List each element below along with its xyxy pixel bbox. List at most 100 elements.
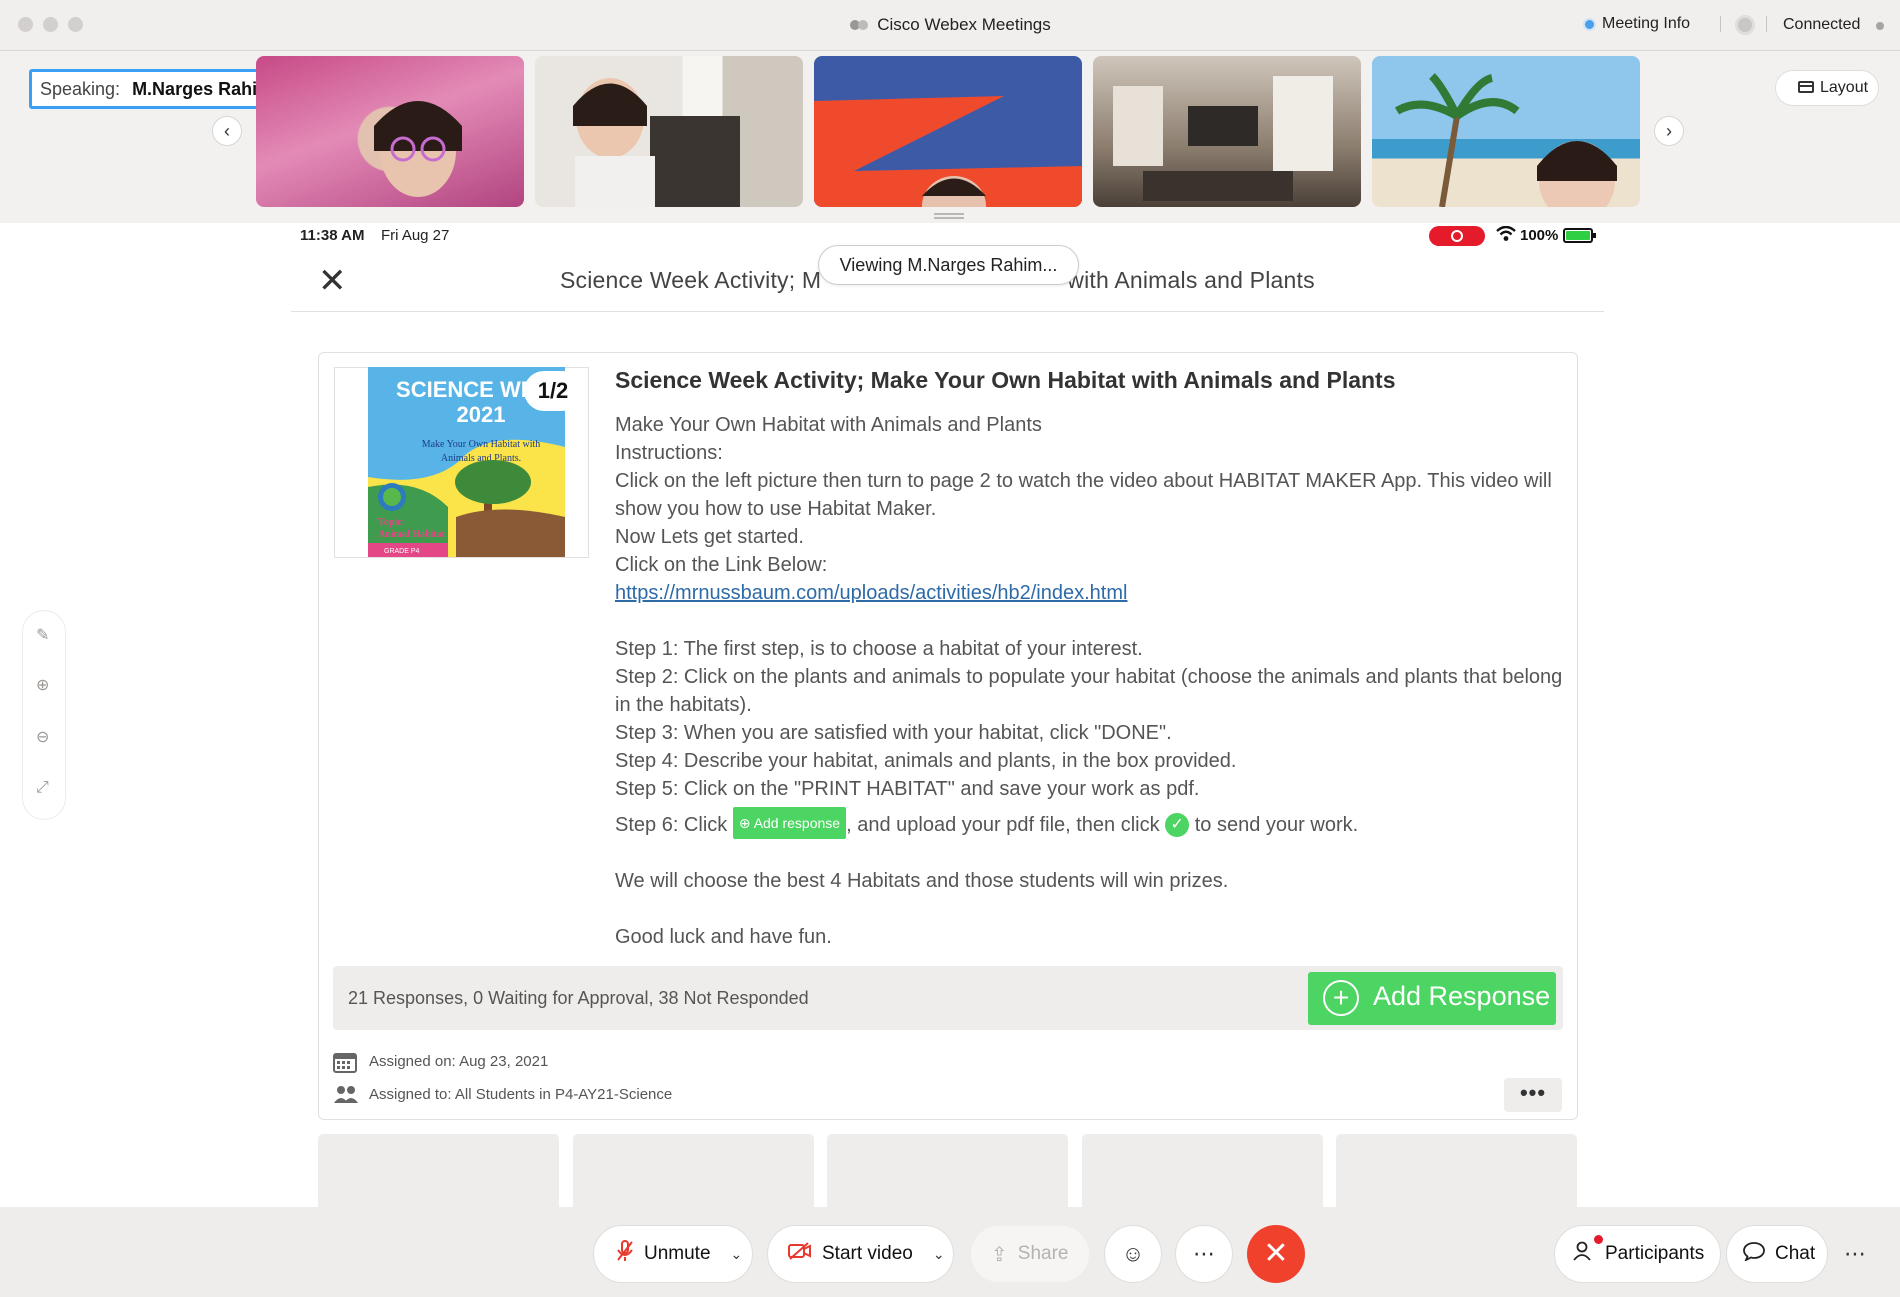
check-icon: ✓ — [1165, 813, 1190, 837]
text-line: We will choose the best 4 Habitats and t… — [615, 870, 1229, 892]
divider — [1720, 16, 1721, 32]
text-line: Make Your Own Habitat with Animals and P… — [615, 414, 1042, 436]
chat-button[interactable]: Chat — [1726, 1225, 1828, 1283]
activity-heading: Science Week Activity; Make Your Own Hab… — [615, 367, 1396, 393]
chat-label: Chat — [1775, 1243, 1816, 1264]
connection-status: Connected — [1783, 16, 1861, 33]
screen-recording-icon — [1429, 226, 1485, 246]
speaking-label: Speaking: — [40, 79, 121, 99]
participants-label: Participants — [1605, 1243, 1705, 1264]
response-tile[interactable] — [827, 1134, 1068, 1207]
participant-avatar — [573, 78, 740, 207]
title-bar: Cisco Webex Meetings Meeting Info Connec… — [0, 0, 1900, 51]
text-line: Click on the Link Below: — [615, 554, 828, 576]
activity-description: Science Week Activity; Make Your Own Hab… — [615, 366, 1565, 951]
participant-avatar — [1394, 73, 1617, 207]
step-line: Step 4: Describe your habitat, animals a… — [615, 750, 1237, 772]
participants-icon — [1573, 1241, 1595, 1267]
start-video-label: Start video — [822, 1243, 913, 1264]
battery-icon — [1563, 228, 1596, 243]
chevron-down-icon[interactable]: ⌄ — [731, 1246, 743, 1263]
end-meeting-button[interactable]: ✕ — [1247, 1225, 1305, 1283]
annotation-toolbar: ✎ ⊕ ⊖ ⤢ — [22, 610, 66, 820]
meeting-info-label: Meeting Info — [1602, 15, 1691, 32]
device-date: Fri Aug 27 — [381, 227, 450, 244]
svg-text:Topic:: Topic: — [378, 517, 405, 528]
response-tile[interactable] — [318, 1134, 559, 1207]
participant-video[interactable] — [814, 56, 1082, 207]
connection-indicator-icon — [1876, 22, 1884, 30]
layout-icon — [1798, 81, 1814, 93]
plus-icon: + — [1323, 980, 1359, 1016]
text-line: Instructions: — [615, 442, 723, 464]
step-line: Step 5: Click on the "PRINT HABITAT" and… — [615, 778, 1200, 800]
annotate-pen-icon[interactable]: ✎ — [36, 625, 49, 645]
participant-video[interactable] — [1372, 56, 1640, 207]
participant-video[interactable] — [1093, 56, 1361, 207]
viewing-banner: Viewing M.Narges Rahim... — [818, 245, 1079, 285]
layout-button[interactable]: Layout — [1775, 70, 1879, 106]
smiley-icon: ☺ — [1121, 1241, 1145, 1266]
ellipsis-icon: ⋯ — [1193, 1241, 1215, 1266]
divider — [1766, 16, 1767, 32]
fit-screen-icon[interactable]: ⤢ — [36, 779, 49, 797]
participant-avatar — [1113, 76, 1333, 201]
participant-video[interactable] — [256, 56, 524, 207]
meeting-info-button[interactable]: Meeting Info — [1583, 15, 1690, 33]
webex-logo-icon — [850, 20, 869, 30]
battery-percentage: 100% — [1520, 227, 1559, 244]
assigned-to: Assigned to: All Students in P4-AY21-Sci… — [369, 1086, 673, 1103]
svg-text:Make Your Own Habitat with: Make Your Own Habitat with — [422, 439, 541, 450]
muted-microphone-icon — [616, 1240, 634, 1268]
video-off-icon — [788, 1242, 812, 1266]
close-icon: ✕ — [1263, 1237, 1289, 1270]
svg-text:Animal Habitat: Animal Habitat — [378, 529, 446, 540]
chevron-left-icon[interactable]: ‹ — [212, 116, 242, 146]
page-indicator: 1/2 — [524, 371, 582, 411]
start-video-button[interactable]: Start video ⌄ — [767, 1225, 954, 1283]
unmute-label: Unmute — [644, 1243, 711, 1264]
more-panels-button[interactable]: ⋯ — [1826, 1225, 1884, 1283]
svg-text:2021: 2021 — [457, 402, 506, 427]
wifi-icon — [1496, 225, 1516, 245]
chevron-right-icon[interactable]: › — [1654, 116, 1684, 146]
response-tile[interactable] — [1336, 1134, 1577, 1207]
reactions-button[interactable]: ☺ — [1104, 1225, 1162, 1283]
participants-button[interactable]: Participants — [1554, 1225, 1721, 1283]
step-line: Step 6: Click ⊕ Add response, and upload… — [615, 807, 1565, 839]
step-line: Step 2: Click on the plants and animals … — [615, 666, 1563, 716]
share-button[interactable]: ⇪ Share — [970, 1225, 1090, 1283]
close-icon[interactable]: ✕ — [318, 264, 347, 298]
text-line: Good luck and have fun. — [615, 926, 832, 948]
assigned-on: Assigned on: Aug 23, 2021 — [369, 1053, 549, 1070]
meeting-info-icon — [1583, 17, 1596, 31]
share-label: Share — [1017, 1243, 1069, 1264]
text-line: Click on the left picture then turn to p… — [615, 470, 1552, 520]
group-icon — [333, 1084, 358, 1104]
share-icon: ⇪ — [991, 1243, 1008, 1266]
resize-handle[interactable] — [934, 213, 964, 219]
notification-badge — [1594, 1235, 1603, 1244]
more-options-button[interactable]: ••• — [1504, 1078, 1562, 1112]
responses-summary[interactable]: 21 Responses, 0 Waiting for Approval, 38… — [348, 988, 809, 1009]
zoom-out-icon[interactable]: ⊖ — [36, 727, 49, 747]
text-line: Now Lets get started. — [615, 526, 804, 548]
recording-status-icon[interactable] — [1735, 15, 1755, 35]
habitat-maker-link[interactable]: https://mrnussbaum.com/uploads/activitie… — [615, 582, 1127, 604]
response-tile[interactable] — [573, 1134, 814, 1207]
zoom-in-icon[interactable]: ⊕ — [36, 675, 49, 695]
device-time: 11:38 AM — [300, 227, 365, 244]
step-line: Step 3: When you are satisfied with your… — [615, 722, 1172, 744]
unmute-button[interactable]: Unmute ⌄ — [593, 1225, 753, 1283]
chevron-down-icon[interactable]: ⌄ — [933, 1246, 945, 1263]
step-line: Step 1: The first step, is to choose a h… — [615, 638, 1143, 660]
chat-icon — [1743, 1241, 1765, 1267]
add-response-label: Add Response — [1373, 981, 1551, 1011]
add-response-button[interactable]: + Add Response — [1308, 972, 1556, 1025]
ellipsis-icon: ⋯ — [1844, 1241, 1866, 1266]
participant-video[interactable] — [535, 56, 803, 207]
more-controls-button[interactable]: ⋯ — [1175, 1225, 1233, 1283]
response-tile[interactable] — [1082, 1134, 1323, 1207]
participant-avatar — [374, 101, 462, 197]
layout-label: Layout — [1820, 79, 1869, 96]
